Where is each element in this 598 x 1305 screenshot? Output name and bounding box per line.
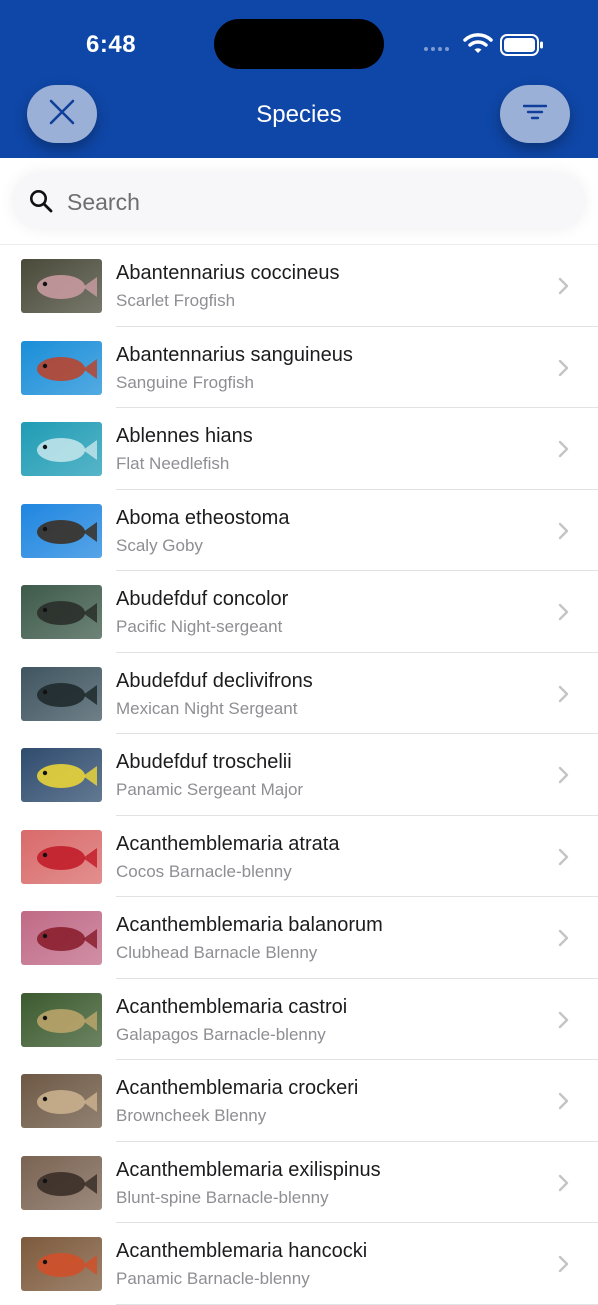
search-input[interactable] xyxy=(65,178,569,226)
species-row[interactable]: Ablennes hians Flat Needlefish xyxy=(0,408,598,490)
species-row[interactable]: Acanthemblemaria exilispinus Blunt-spine … xyxy=(0,1142,598,1223)
species-row[interactable]: Acanthemblemaria atrata Cocos Barnacle-bl… xyxy=(0,816,598,897)
dynamic-island xyxy=(214,19,384,69)
cellular-signal-icon xyxy=(424,47,452,53)
species-thumbnail xyxy=(21,340,102,395)
chevron-right-icon xyxy=(558,1174,570,1197)
chevron-right-icon xyxy=(558,277,570,300)
common-name: Browncheek Blenny xyxy=(116,1106,267,1125)
species-list: Abantennarius coccineus Scarlet Frogfish A… xyxy=(0,244,598,1305)
species-thumbnail xyxy=(21,503,102,558)
species-row[interactable]: Abudefduf declivifrons Mexican Night Serg… xyxy=(0,653,598,734)
scientific-name: Abantennarius sanguineus xyxy=(116,343,353,366)
common-name: Sanguine Frogfish xyxy=(116,372,254,392)
species-thumbnail xyxy=(21,1155,102,1210)
chevron-right-icon xyxy=(558,1092,570,1115)
species-row[interactable]: Acanthemblemaria balanorum Clubhead Barna… xyxy=(0,897,598,979)
chevron-right-icon xyxy=(558,359,570,382)
scientific-name: Acanthemblemaria exilispinus xyxy=(116,1158,381,1181)
common-name: Blunt-spine Barnacle-blenny xyxy=(116,1187,329,1207)
chevron-right-icon xyxy=(558,685,570,708)
common-name: Scaly Goby xyxy=(116,535,203,555)
row-divider xyxy=(116,1303,598,1305)
search-icon xyxy=(29,189,53,218)
chevron-right-icon xyxy=(558,766,570,789)
scientific-name: Acanthemblemaria castroi xyxy=(116,995,348,1018)
battery-icon xyxy=(500,34,544,61)
species-thumbnail xyxy=(21,829,102,884)
chevron-right-icon xyxy=(558,603,570,626)
scientific-name: Abudefduf troschelii xyxy=(116,751,292,773)
species-thumbnail xyxy=(21,1074,102,1128)
chevron-right-icon xyxy=(558,522,570,545)
chevron-right-icon xyxy=(558,440,570,463)
common-name: Cocos Barnacle-blenny xyxy=(116,861,292,881)
species-row[interactable]: Acanthemblemaria hancocki Panamic Barnacl… xyxy=(0,1223,598,1305)
filter-button[interactable] xyxy=(500,85,570,143)
species-thumbnail xyxy=(21,748,102,802)
common-name: Clubhead Barnacle Blenny xyxy=(116,943,318,962)
chevron-right-icon xyxy=(558,1255,570,1278)
species-row[interactable]: Abudefduf troschelii Panamic Sergeant Maj… xyxy=(0,734,598,816)
common-name: Scarlet Frogfish xyxy=(116,291,236,310)
species-thumbnail xyxy=(21,911,102,965)
scientific-name: Acanthemblemaria atrata xyxy=(116,832,340,855)
search-area xyxy=(0,158,598,244)
scientific-name: Acanthemblemaria hancocki xyxy=(116,1240,368,1262)
scientific-name: Abantennarius coccineus xyxy=(116,262,340,284)
species-row[interactable]: Aboma etheostoma Scaly Goby xyxy=(0,490,598,571)
species-row[interactable]: Acanthemblemaria castroi Galapagos Barnac… xyxy=(0,979,598,1060)
common-name: Mexican Night Sergeant xyxy=(116,698,298,718)
scientific-name: Ablennes hians xyxy=(116,425,253,447)
species-thumbnail xyxy=(21,1237,102,1291)
species-thumbnail xyxy=(21,259,102,313)
species-thumbnail xyxy=(21,666,102,721)
navigation-header: 6:48 Species xyxy=(0,0,598,158)
chevron-right-icon xyxy=(558,1011,570,1034)
species-row[interactable]: Acanthemblemaria crockeri Browncheek Blen… xyxy=(0,1060,598,1142)
chevron-right-icon xyxy=(558,848,570,871)
common-name: Panamic Sergeant Major xyxy=(116,780,304,799)
scientific-name: Abudefduf declivifrons xyxy=(116,669,313,692)
species-row[interactable]: Abudefduf concolor Pacific Night-sergeant xyxy=(0,571,598,653)
scientific-name: Acanthemblemaria crockeri xyxy=(116,1077,359,1099)
wifi-icon xyxy=(463,32,493,59)
chevron-right-icon xyxy=(558,929,570,952)
scientific-name: Aboma etheostoma xyxy=(116,506,290,529)
species-thumbnail xyxy=(21,992,102,1047)
species-row[interactable]: Abantennarius coccineus Scarlet Frogfish xyxy=(0,245,598,327)
common-name: Panamic Barnacle-blenny xyxy=(116,1269,310,1288)
species-thumbnail xyxy=(21,422,102,476)
species-row[interactable]: Abantennarius sanguineus Sanguine Frogfis… xyxy=(0,327,598,408)
common-name: Galapagos Barnacle-blenny xyxy=(116,1024,326,1044)
status-time: 6:48 xyxy=(86,31,137,58)
scientific-name: Acanthemblemaria balanorum xyxy=(116,914,383,936)
filter-icon xyxy=(522,104,548,125)
search-bar[interactable] xyxy=(12,172,586,230)
scientific-name: Abudefduf concolor xyxy=(116,588,289,610)
common-name: Pacific Night-sergeant xyxy=(116,617,283,636)
common-name: Flat Needlefish xyxy=(116,454,230,473)
species-thumbnail xyxy=(21,585,102,639)
